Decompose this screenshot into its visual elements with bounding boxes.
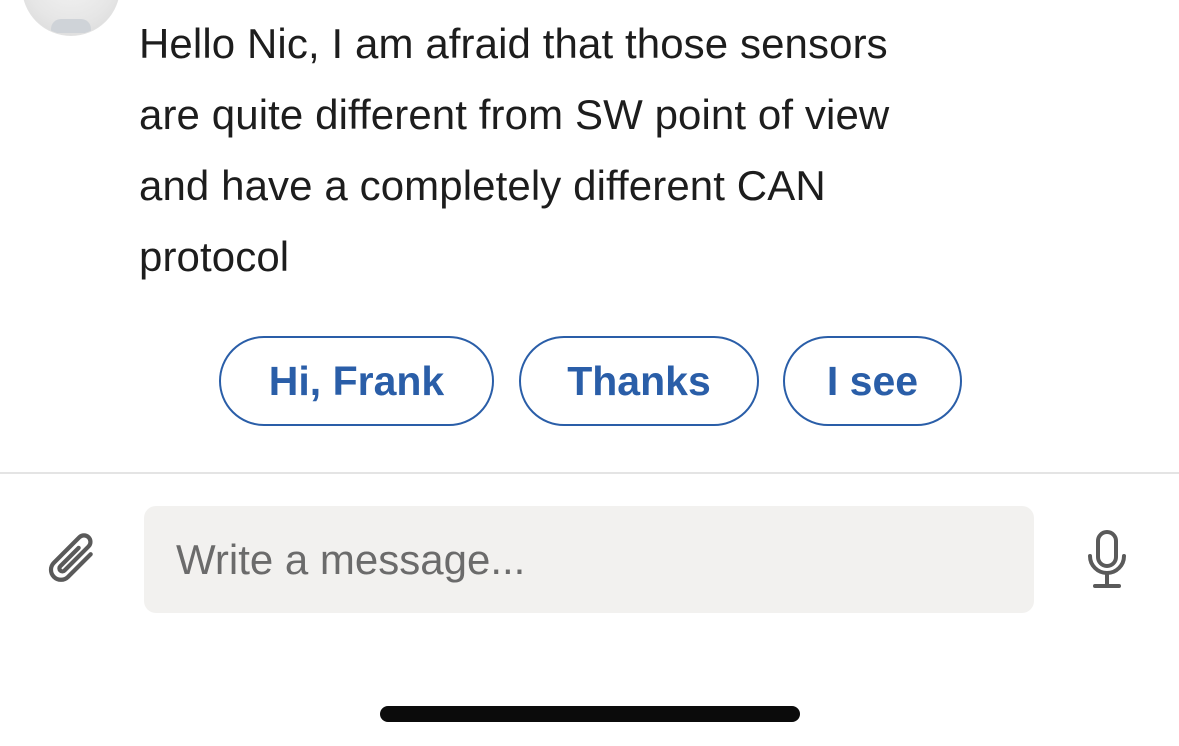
message-line: Hello Nic, I am afraid that those sensor… (139, 20, 888, 67)
message-input-container (144, 506, 1034, 613)
message-line: protocol (139, 233, 290, 280)
composer-divider (0, 472, 1179, 474)
avatar[interactable] (22, 0, 120, 36)
microphone-icon (1088, 530, 1126, 588)
quick-reply-i-see[interactable]: I see (783, 336, 962, 426)
voice-message-button[interactable] (1084, 528, 1130, 592)
quick-reply-thanks[interactable]: Thanks (519, 336, 759, 426)
quick-reply-hi-frank[interactable]: Hi, Frank (219, 336, 494, 426)
paperclip-icon (48, 533, 93, 582)
message-line: are quite different from SW point of vie… (139, 91, 890, 138)
message-text: Hello Nic, I am afraid that those sensor… (139, 8, 1039, 292)
home-indicator[interactable] (380, 706, 800, 722)
quick-replies: Hi, Frank Thanks I see (0, 336, 1179, 430)
attach-button[interactable] (40, 530, 106, 594)
message-line: and have a completely different CAN (139, 162, 826, 209)
message-input[interactable] (176, 506, 996, 613)
avatar-shirt (51, 19, 91, 33)
